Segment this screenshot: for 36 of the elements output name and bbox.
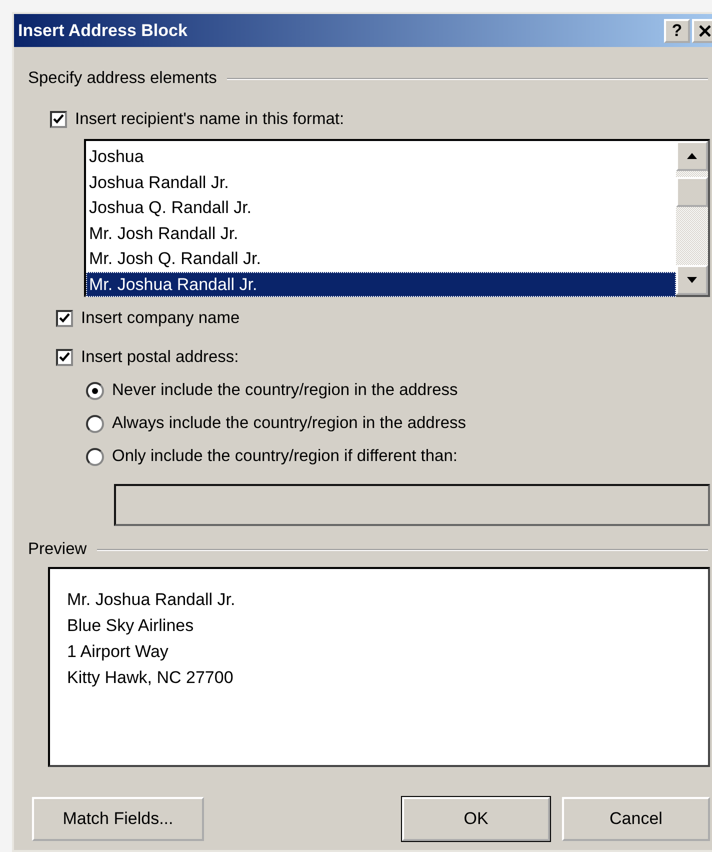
radio-button[interactable] [86,448,104,466]
radio-button[interactable] [86,414,104,432]
list-item[interactable]: Joshua [86,144,676,170]
name-format-list[interactable]: Joshua Joshua Randall Jr. Joshua Q. Randall Jr. Mr. Josh Randall Jr. Mr. Josh Q. Randall Jr. Mr. Joshua Randall Jr. [84,139,710,297]
preview-line: Kitty Hawk, NC 27700 [67,667,234,689]
preview-line: Mr. Joshua Randall Jr. [67,589,236,611]
preview-line: 1 Airport Way [67,641,170,663]
radio-label: Only include the country/region if different than: [112,447,458,466]
group-label: Preview [28,540,87,559]
preview-line: Blue Sky Airlines [67,615,195,637]
dialog-button[interactable]: OK [402,797,550,841]
checkbox[interactable] [50,111,67,128]
close-icon [698,24,712,38]
scroll-down-icon[interactable] [676,265,708,295]
dialog-button[interactable]: Cancel [562,797,710,841]
radio-label: Never include the country/region in the address [112,381,458,400]
radio-button[interactable] [86,382,104,400]
close-button[interactable] [692,18,712,42]
scroll-thumb[interactable] [676,177,708,207]
list-item[interactable]: Mr. Josh Q. Randall Jr. [86,246,676,272]
dialog-button[interactable]: Match Fields... [32,797,204,841]
radio-label: Always include the country/region in the address [112,414,466,433]
scroll-up-icon[interactable] [676,141,708,171]
list-item[interactable]: Mr. Josh Randall Jr. [86,220,676,246]
checkbox-label: Insert postal address: [81,348,239,367]
group-label: Specify address elements [28,69,217,88]
checkbox[interactable] [56,349,73,366]
list-item[interactable]: Joshua Q. Randall Jr. [86,195,676,220]
window-title: Insert Address Block [18,20,188,40]
checkbox-label: Insert company name [81,309,240,328]
list-item[interactable]: Mr. Joshua Randall Jr. [86,272,676,297]
checkbox-label: Insert recipient's name in this format: [75,110,344,129]
scrollbar[interactable] [676,141,708,295]
checkbox[interactable] [56,310,73,327]
help-button[interactable]: ? [664,18,690,42]
list-item[interactable]: Joshua Randall Jr. [86,170,676,195]
